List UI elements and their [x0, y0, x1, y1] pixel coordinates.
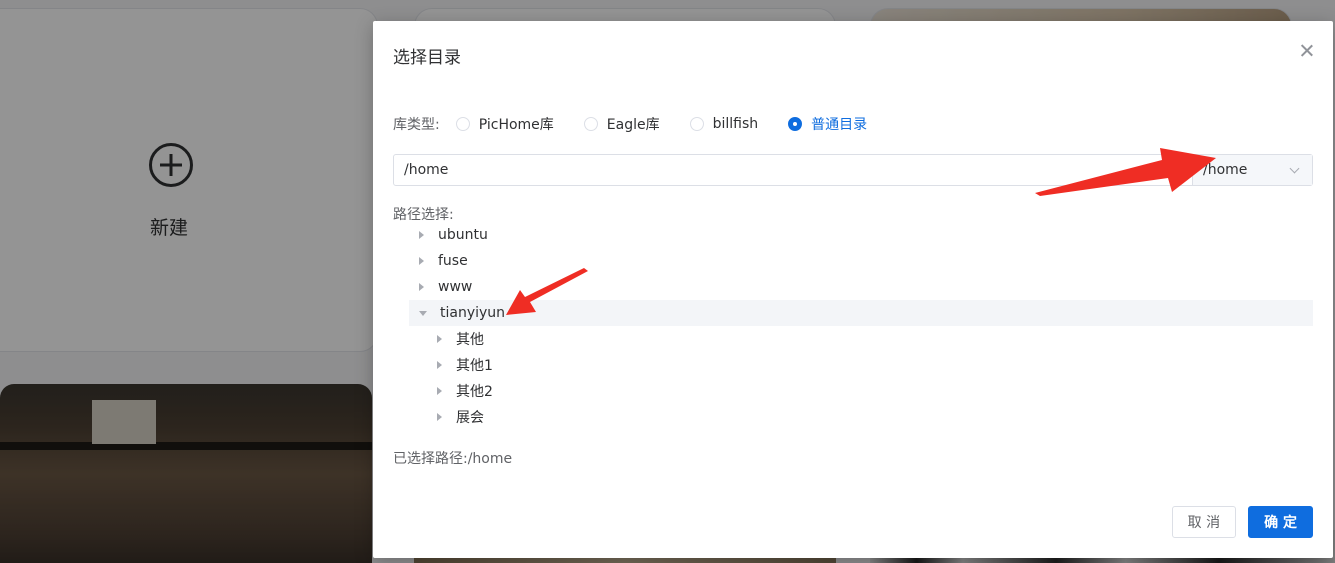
caret-right-icon[interactable] — [419, 283, 424, 291]
radio-icon — [583, 117, 598, 131]
close-icon[interactable] — [1299, 43, 1315, 59]
radio-label: billfish — [712, 116, 759, 132]
caret-right-icon[interactable] — [437, 387, 442, 395]
cancel-button[interactable]: 取 消 — [1171, 506, 1237, 538]
radio-pichome[interactable]: PicHome库 — [455, 114, 554, 134]
selected-path-text: 已选择路径:/home — [393, 451, 513, 467]
tree-node-tianyiyun[interactable]: tianyiyun — [409, 300, 1313, 326]
tree-node-ubuntu[interactable]: ubuntu — [409, 222, 1313, 248]
tree-node-child[interactable]: 展会 — [409, 404, 1313, 430]
path-input-group: /home — [393, 154, 1313, 186]
tree-node-label: ubuntu — [438, 227, 488, 243]
path-input[interactable] — [394, 155, 1192, 185]
tree-node-child[interactable]: 其他 — [409, 326, 1313, 352]
dialog-title: 选择目录 — [393, 48, 461, 68]
caret-right-icon[interactable] — [437, 335, 442, 343]
chevron-down-icon — [1289, 163, 1300, 174]
radio-label: Eagle库 — [606, 117, 660, 133]
caret-right-icon[interactable] — [419, 231, 424, 239]
tree-node-label: www — [438, 279, 473, 295]
dialog-footer: 取 消 确 定 — [1171, 506, 1313, 538]
tree-node-child[interactable]: 其他1 — [409, 352, 1313, 378]
radio-label: PicHome库 — [478, 117, 554, 133]
radio-normal-directory[interactable]: 普通目录 — [788, 114, 867, 134]
radio-icon — [455, 117, 470, 131]
directory-tree: ubuntu fuse www tianyiyun 其他 其他1 其他2 展会 — [409, 222, 1313, 430]
radio-eagle[interactable]: Eagle库 — [583, 114, 660, 134]
tree-node-label: 其他2 — [456, 384, 493, 400]
caret-down-icon[interactable] — [419, 310, 427, 316]
radio-icon — [689, 117, 704, 131]
caret-right-icon[interactable] — [437, 413, 442, 421]
library-type-row: 库类型: PicHome库 Eagle库 billfish 普通目录 — [393, 114, 897, 134]
radio-checked-icon — [788, 117, 803, 131]
tree-node-www[interactable]: www — [409, 274, 1313, 300]
select-directory-dialog: 选择目录 库类型: PicHome库 Eagle库 billfish 普通目录 … — [373, 21, 1333, 558]
caret-right-icon[interactable] — [419, 257, 424, 265]
root-path-select[interactable]: /home — [1192, 155, 1312, 185]
caret-right-icon[interactable] — [437, 361, 442, 369]
tree-node-label: 其他1 — [456, 358, 493, 374]
radio-label: 普通目录 — [811, 117, 868, 133]
root-path-value: /home — [1203, 162, 1248, 178]
library-type-label: 库类型: — [393, 117, 440, 133]
path-select-label: 路径选择: — [393, 207, 454, 223]
tree-node-label: tianyiyun — [440, 305, 506, 321]
tree-node-fuse[interactable]: fuse — [409, 248, 1313, 274]
confirm-button[interactable]: 确 定 — [1248, 506, 1313, 538]
tree-node-child[interactable]: 其他2 — [409, 378, 1313, 404]
tree-node-label: fuse — [438, 253, 468, 269]
radio-billfish[interactable]: billfish — [689, 116, 759, 132]
tree-node-label: 其他 — [456, 332, 484, 348]
tree-node-label: 展会 — [456, 410, 484, 426]
